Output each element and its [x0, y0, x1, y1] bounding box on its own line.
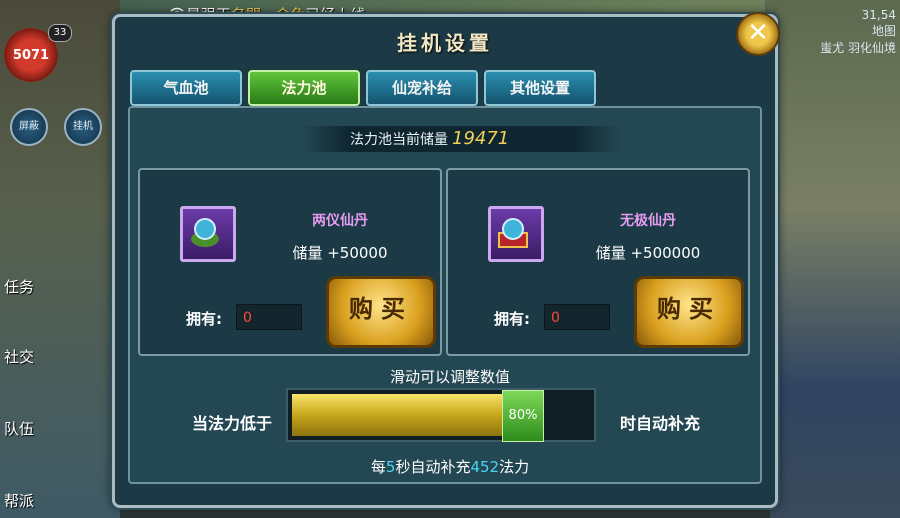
- threshold-slider[interactable]: 80%: [286, 388, 596, 442]
- wuji-pill-icon[interactable]: [488, 206, 544, 262]
- regen-info: 每5秒自动补充452法力: [370, 458, 530, 476]
- block-button[interactable]: 屏蔽: [10, 108, 48, 146]
- tab-bar: 气血池 法力池 仙宠补给 其他设置: [130, 70, 596, 106]
- own-value: 0: [236, 304, 302, 330]
- own-value: 0: [544, 304, 610, 330]
- slider-fill: [292, 394, 502, 436]
- auto-refill-label: 时自动补充: [620, 414, 701, 433]
- own-label: 拥有:: [186, 310, 222, 328]
- buy-button[interactable]: 购买: [326, 276, 436, 348]
- item-card-wuji: 无极仙丹 储量 +500000 拥有: 0 购买: [446, 168, 750, 356]
- game-scene-right: [765, 0, 900, 518]
- quest-label[interactable]: 任务: [4, 276, 34, 297]
- item-name: 两仪仙丹: [312, 213, 368, 229]
- auto-battle-button[interactable]: 挂机: [64, 108, 102, 146]
- tab-hp-pool[interactable]: 气血池: [130, 70, 242, 106]
- item-stock: 储量 +50000: [292, 244, 388, 262]
- stock-label: 法力池当前储量: [350, 132, 448, 148]
- slider-handle[interactable]: 80%: [502, 390, 544, 442]
- item-stock: 储量 +500000: [595, 244, 701, 262]
- team-label[interactable]: 队伍: [4, 418, 34, 439]
- tab-other-settings[interactable]: 其他设置: [484, 70, 596, 106]
- own-label: 拥有:: [494, 310, 530, 328]
- slider-hint: 滑动可以调整数值: [389, 368, 510, 386]
- guild-label[interactable]: 帮派: [4, 490, 34, 511]
- mp-pool-stock: 法力池当前储量 19471: [302, 126, 620, 152]
- npc-label: 蚩尤 羽化仙境: [820, 41, 896, 55]
- stock-value: 19471: [452, 128, 510, 149]
- tab-pet-supply[interactable]: 仙宠补给: [366, 70, 478, 106]
- dialog-title: 挂机设置: [397, 31, 493, 55]
- social-label[interactable]: 社交: [4, 346, 34, 367]
- liangyi-pill-icon[interactable]: [180, 206, 236, 262]
- close-icon[interactable]: ✕: [736, 12, 780, 56]
- tab-mp-pool[interactable]: 法力池: [248, 70, 360, 106]
- coords: 31,54: [861, 8, 896, 22]
- item-card-liangyi: 两仪仙丹 储量 +50000 拥有: 0 购买: [138, 168, 442, 356]
- buy-button[interactable]: 购买: [634, 276, 744, 348]
- item-name: 无极仙丹: [620, 213, 676, 229]
- map-info: 31,54 地图 蚩尤 羽化仙境: [820, 8, 896, 56]
- threshold-label: 当法力低于: [192, 414, 273, 433]
- map-label[interactable]: 地图: [820, 22, 896, 39]
- level-badge: 33: [48, 24, 72, 42]
